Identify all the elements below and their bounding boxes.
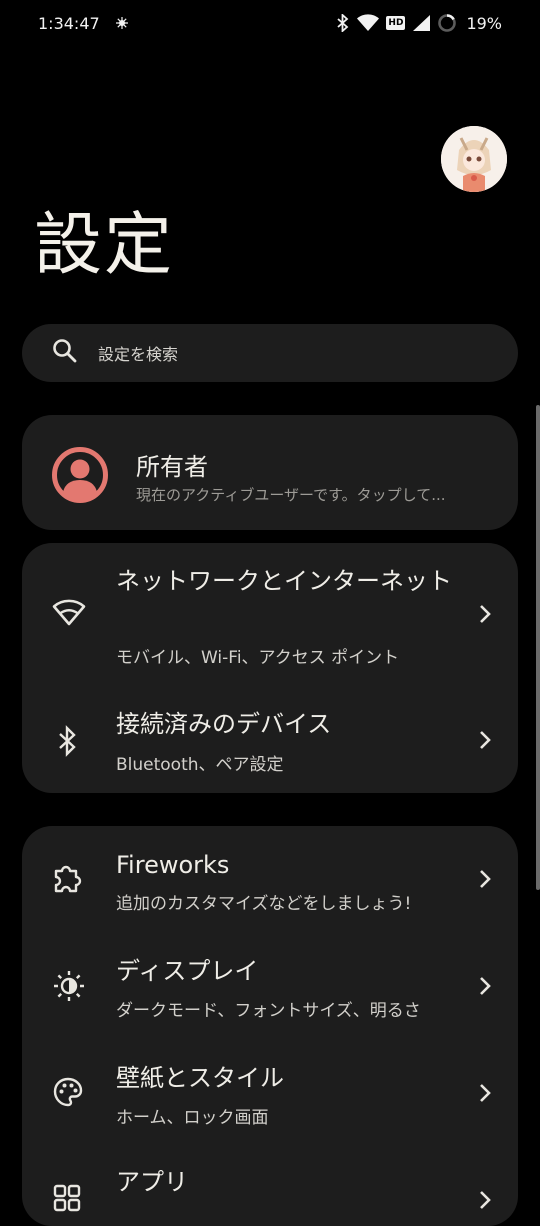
settings-item-subtitle: 追加のカスタマイズなどをしましょう!	[116, 894, 412, 914]
settings-item-display[interactable]: ディスプレイ ダークモード、フォントサイズ、明るさ	[22, 931, 518, 1038]
settings-item-network[interactable]: ネットワークとインターネット モバイル、Wi-Fi、アクセス ポイント	[22, 543, 518, 683]
battery-icon	[437, 13, 457, 33]
settings-item-title: ネットワークとインターネット	[116, 567, 452, 595]
hd-badge: HD	[386, 16, 406, 30]
account-circle-icon	[52, 447, 108, 507]
wifi-status-icon	[357, 14, 380, 32]
chevron-right-icon	[477, 729, 493, 755]
bluetooth-icon	[52, 725, 82, 761]
settings-item-apps[interactable]: アプリ	[22, 1145, 518, 1226]
apps-icon	[52, 1183, 82, 1217]
settings-item-title: ディスプレイ	[116, 957, 259, 985]
network-card: ネットワークとインターネット モバイル、Wi-Fi、アクセス ポイント 接続済み…	[22, 543, 518, 793]
owner-card[interactable]: 所有者 現在のアクティブユーザーです。タップして...	[22, 415, 518, 530]
settings-item-title: アプリ	[116, 1168, 188, 1196]
chevron-right-icon	[477, 868, 493, 894]
chevron-right-icon	[477, 603, 493, 629]
settings-item-wallpaper[interactable]: 壁紙とスタイル ホーム、ロック画面	[22, 1038, 518, 1145]
chevron-right-icon	[477, 1189, 493, 1215]
settings-item-title: 壁紙とスタイル	[116, 1064, 284, 1092]
search-bar[interactable]: 設定を検索	[22, 324, 518, 382]
notification-icon	[115, 14, 128, 33]
scrollbar[interactable]	[536, 405, 540, 890]
puzzle-icon	[52, 862, 84, 898]
search-icon	[52, 338, 78, 368]
settings-item-subtitle: ホーム、ロック画面	[116, 1108, 269, 1128]
wifi-icon	[52, 598, 86, 630]
settings-item-subtitle: モバイル、Wi-Fi、アクセス ポイント	[116, 648, 400, 668]
brightness-icon	[52, 969, 86, 1007]
bluetooth-status-icon	[336, 14, 350, 32]
chevron-right-icon	[477, 1082, 493, 1108]
settings-item-connected-devices[interactable]: 接続済みのデバイス Bluetooth、ペア設定	[22, 683, 518, 793]
account-avatar[interactable]	[441, 126, 507, 192]
page-title: 設定	[34, 206, 175, 285]
settings-item-subtitle: Bluetooth、ペア設定	[116, 755, 284, 775]
personalization-card: Fireworks 追加のカスタマイズなどをしましょう! ディスプレイ ダークモ…	[22, 826, 518, 1226]
status-time: 1:34:47	[38, 13, 100, 33]
battery-percent: 19%	[466, 13, 502, 33]
settings-item-subtitle: ダークモード、フォントサイズ、明るさ	[116, 1001, 421, 1021]
owner-subtitle: 現在のアクティブユーザーです。タップして...	[136, 486, 446, 504]
settings-item-title: 接続済みのデバイス	[116, 710, 332, 738]
owner-title: 所有者	[136, 453, 208, 481]
signal-icon	[412, 14, 431, 32]
status-bar: 1:34:47 HD 19%	[0, 0, 540, 46]
settings-item-fireworks[interactable]: Fireworks 追加のカスタマイズなどをしましょう!	[22, 826, 518, 931]
palette-icon	[52, 1076, 84, 1112]
settings-item-title: Fireworks	[116, 851, 230, 879]
chevron-right-icon	[477, 975, 493, 1001]
search-placeholder: 設定を検索	[98, 345, 179, 364]
